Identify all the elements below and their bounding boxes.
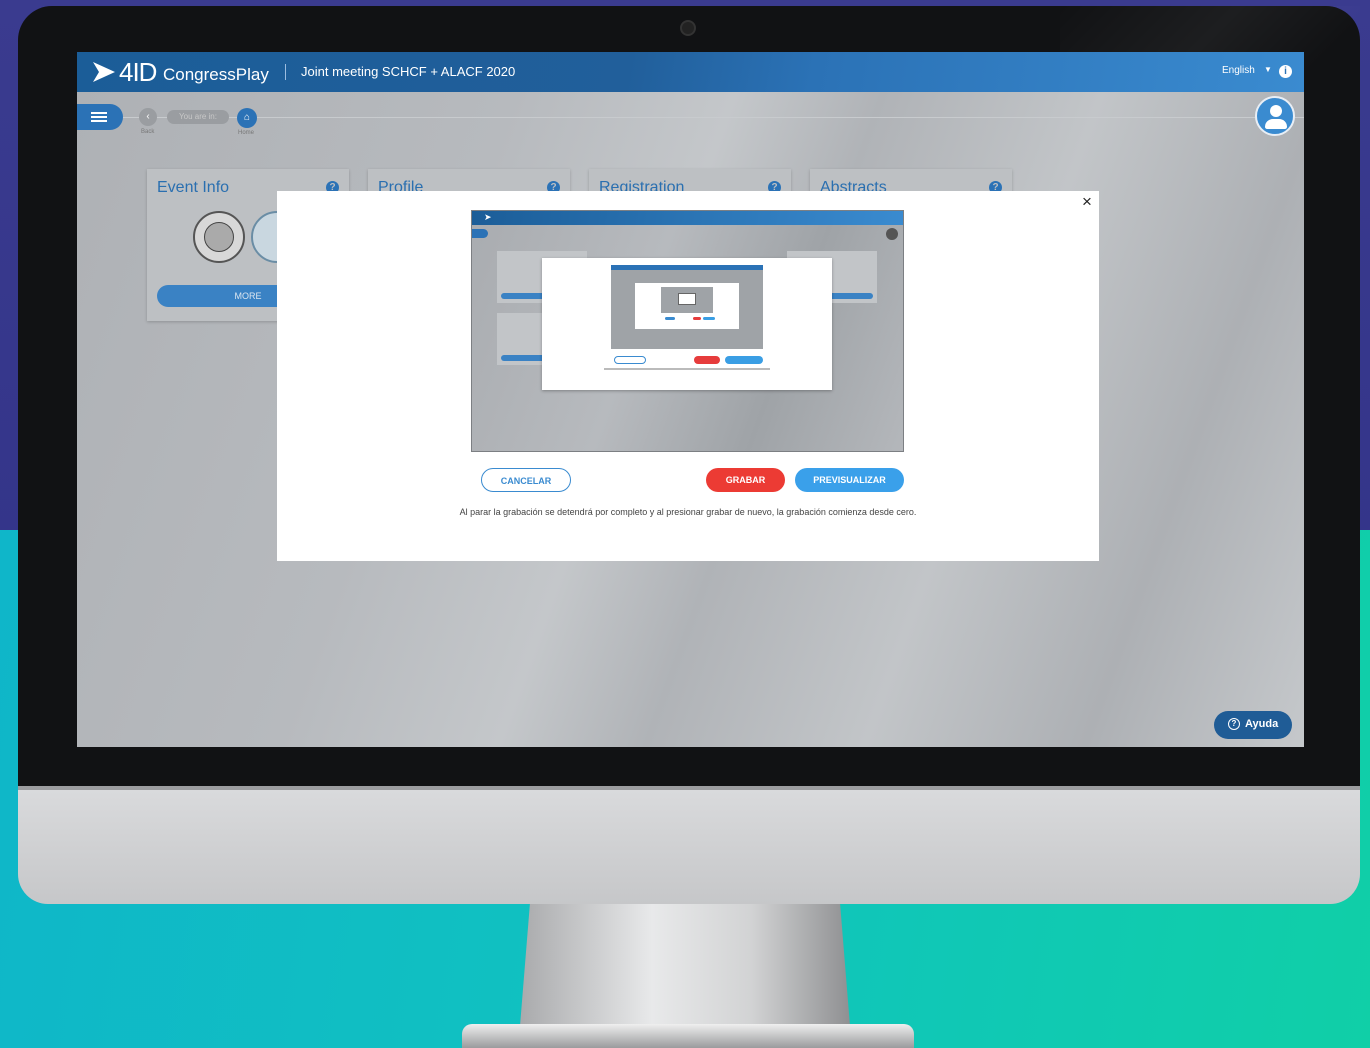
- screen-preview: ➤: [471, 210, 904, 452]
- help-circle-icon: ?: [1228, 718, 1240, 730]
- hamburger-icon: [91, 120, 107, 122]
- recording-note: Al parar la grabación se detendrá por co…: [459, 507, 917, 517]
- preview-preview: [725, 356, 763, 364]
- nested-preview-btn: [703, 317, 715, 320]
- cancel-button[interactable]: CANCELAR: [481, 468, 571, 492]
- monitor-base: [462, 1024, 914, 1048]
- caret-down-icon[interactable]: ▼: [1264, 65, 1272, 74]
- ayuda-button[interactable]: ? Ayuda: [1214, 711, 1292, 739]
- society-seal-logo: [193, 211, 245, 263]
- monitor-stand: [520, 904, 850, 1026]
- logo-mark: 4ID: [119, 57, 157, 87]
- preview-logo: ➤: [484, 212, 492, 222]
- preview-button[interactable]: PREVISUALIZAR: [795, 468, 904, 492]
- back-button[interactable]: ‹: [139, 108, 157, 126]
- logo-name: CongressPlay: [163, 65, 269, 84]
- info-icon[interactable]: i: [1279, 65, 1292, 78]
- menu-button[interactable]: [77, 104, 123, 130]
- breadcrumb-you-are-in: You are in:: [167, 110, 229, 124]
- language-selector[interactable]: English: [1222, 65, 1255, 76]
- user-icon: [1270, 105, 1282, 117]
- preview-menu: [472, 229, 488, 238]
- user-avatar-button[interactable]: [1255, 96, 1295, 136]
- home-label: Home: [238, 130, 255, 136]
- nested-record: [693, 317, 701, 320]
- recording-modal: × ➤ CANCELAR GRABAR PREVISUALIZAR Al par…: [277, 191, 1099, 561]
- close-icon[interactable]: ×: [1082, 192, 1092, 212]
- title-divider: [285, 64, 286, 80]
- user-icon: [1265, 119, 1287, 129]
- card-title: Event Info: [157, 179, 230, 196]
- event-title: Joint meeting SCHCF + ALACF 2020: [301, 64, 516, 79]
- nested-cancel: [665, 317, 675, 320]
- logo-arrow-icon: [93, 62, 115, 82]
- preview-modal: [542, 258, 832, 390]
- record-button[interactable]: GRABAR: [706, 468, 785, 492]
- preview-note: [604, 368, 770, 370]
- preview-record: [694, 356, 720, 364]
- breadcrumb-line: [77, 117, 1304, 118]
- preview-cancel: [614, 356, 646, 364]
- top-bar: 4ID CongressPlay Joint meeting SCHCF + A…: [77, 52, 1304, 92]
- hamburger-icon: [91, 112, 107, 114]
- nested-preview: [611, 265, 763, 349]
- preview-avatar: [886, 228, 898, 240]
- nested-nested-preview: [661, 287, 713, 313]
- seal-inner: [204, 222, 234, 252]
- nested-nested-box: [678, 293, 696, 305]
- ayuda-label: Ayuda: [1245, 718, 1279, 730]
- monitor-chin: [18, 790, 1360, 904]
- nested-top-bar: [611, 265, 763, 270]
- back-label: Back: [141, 129, 155, 135]
- hamburger-icon: [91, 116, 107, 118]
- nested-modal: [635, 283, 739, 329]
- preview-top-bar: ➤: [472, 211, 903, 225]
- home-button[interactable]: ⌂: [237, 108, 257, 128]
- camera-icon: [680, 20, 696, 36]
